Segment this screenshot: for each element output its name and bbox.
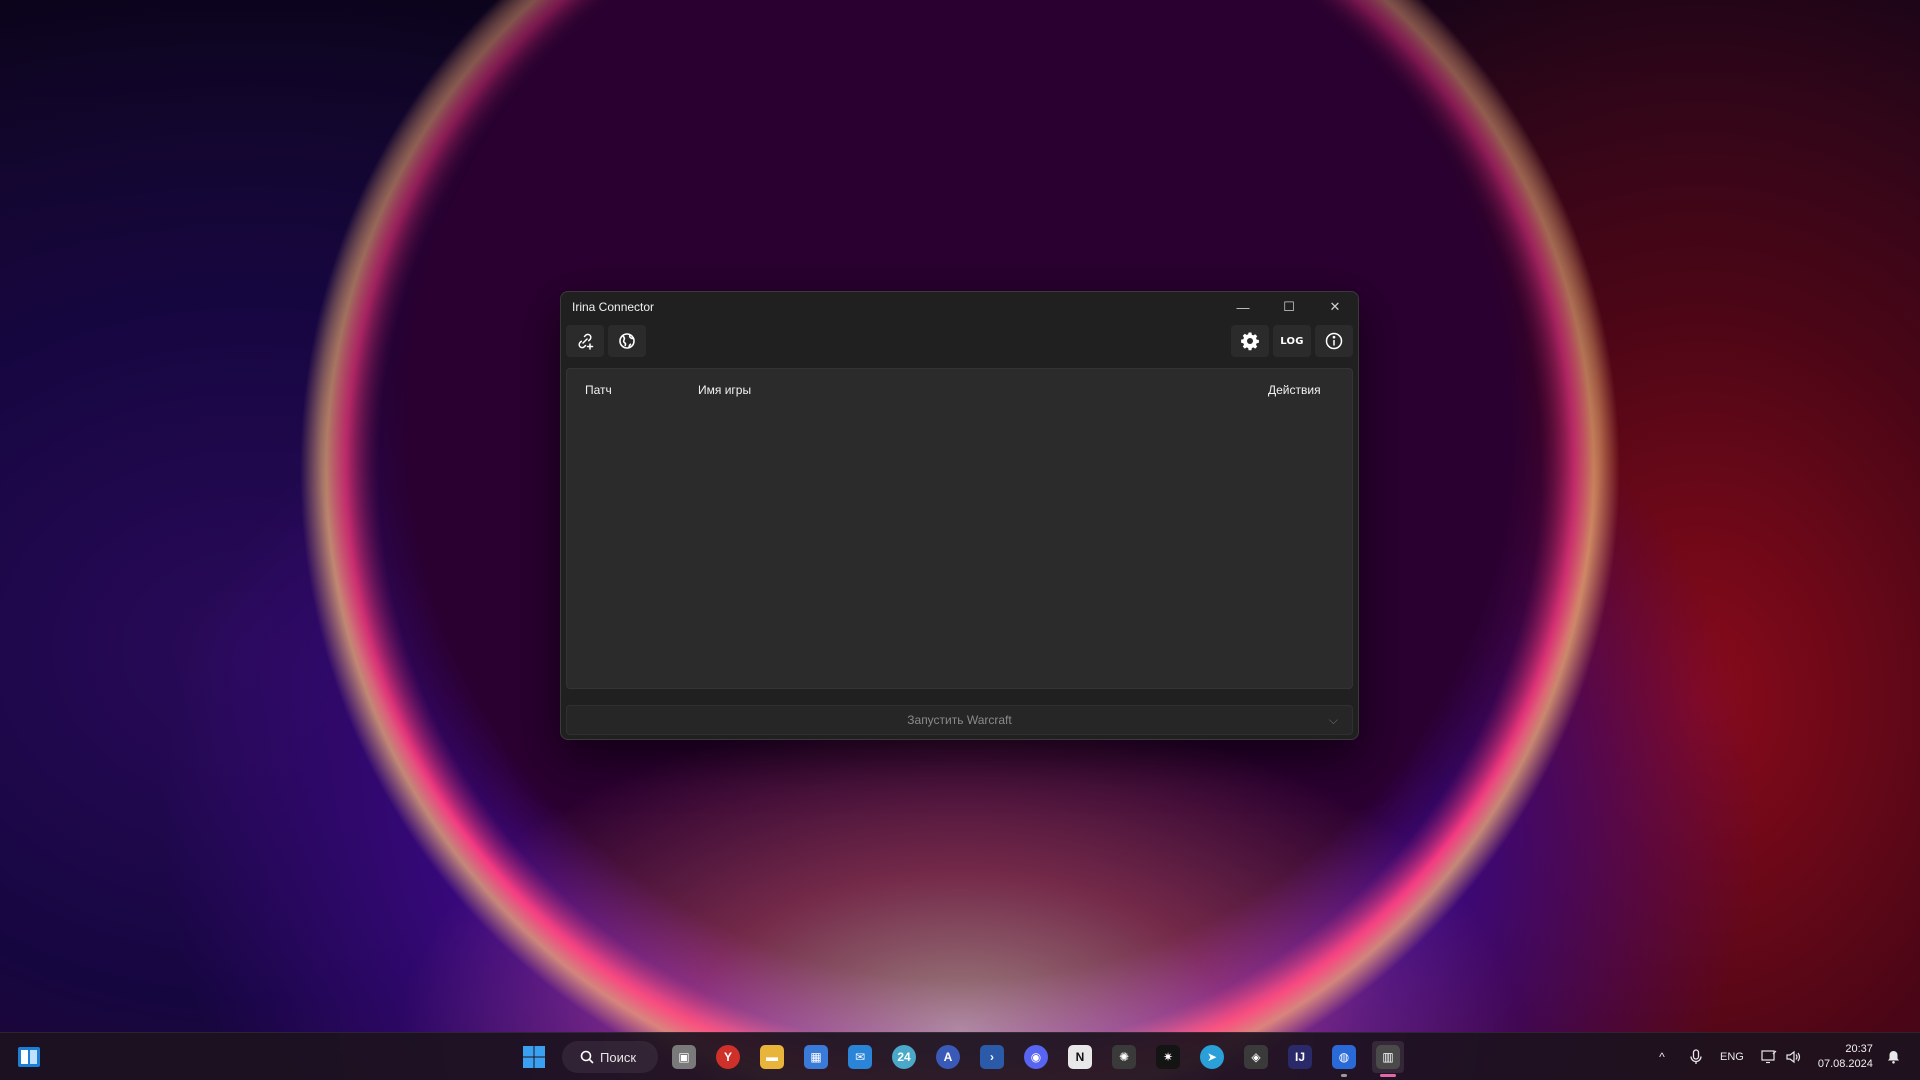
close-icon: ✕: [1329, 299, 1341, 314]
app-star-icon: ✷: [1156, 1045, 1180, 1069]
powershell-icon: ›: [980, 1045, 1004, 1069]
taskbar-app-powershell[interactable]: ›: [976, 1041, 1008, 1073]
taskbar-app-discord[interactable]: ◉: [1020, 1041, 1052, 1073]
info-button[interactable]: [1315, 325, 1353, 357]
toolbar-left: [566, 325, 646, 357]
clock-time: 20:37: [1845, 1043, 1873, 1055]
column-header-patch[interactable]: Патч: [585, 383, 612, 397]
network-icon[interactable]: [1758, 1050, 1780, 1064]
windows-logo-icon: [523, 1046, 545, 1068]
log-button[interactable]: LOG: [1273, 325, 1311, 357]
taskbar: Поиск ▣ Y ▬ ▦ ✉ 24 A › ◉ N ✺ ✷ ➤ ◈ IJ ◍ ▥ ^ ENG 20:37 07…: [0, 1032, 1920, 1080]
close-button[interactable]: ✕: [1312, 292, 1358, 322]
start-button[interactable]: [520, 1043, 548, 1071]
globe-button[interactable]: [608, 325, 646, 357]
search-label: Поиск: [600, 1049, 637, 1065]
taskbar-app-intellij[interactable]: IJ: [1284, 1041, 1316, 1073]
chevron-down-icon[interactable]: ⌵: [1329, 713, 1338, 728]
mail-icon: ✉: [848, 1045, 872, 1069]
games-table: Патч Имя игры Действия: [566, 368, 1353, 689]
taskbar-app-irina-connector[interactable]: ▥: [1372, 1041, 1404, 1077]
telegram-icon: ➤: [1200, 1045, 1224, 1069]
running-indicator: [1380, 1074, 1396, 1077]
settings-button[interactable]: [1231, 325, 1269, 357]
file-explorer-icon: ▬: [760, 1045, 784, 1069]
window-titlebar[interactable]: Irina Connector — ☐ ✕: [561, 292, 1358, 322]
maximize-icon: ☐: [1283, 299, 1295, 314]
taskbar-app-file-explorer[interactable]: ▬: [756, 1041, 788, 1073]
system-tray: ^ ENG 20:37 07.08.2024: [1652, 1033, 1903, 1080]
add-link-button[interactable]: [566, 325, 604, 357]
language-indicator[interactable]: ENG: [1720, 1051, 1744, 1063]
maximize-button[interactable]: ☐: [1266, 292, 1312, 322]
widgets-icon: [18, 1047, 40, 1067]
discord-icon: ◉: [1024, 1045, 1048, 1069]
taskbar-app-yandex-browser[interactable]: Y: [712, 1041, 744, 1073]
microphone-icon[interactable]: [1686, 1049, 1706, 1065]
intellij-icon: IJ: [1288, 1045, 1312, 1069]
window-title: Irina Connector: [572, 300, 655, 314]
running-indicator: [1341, 1074, 1347, 1077]
taskbar-search[interactable]: Поиск: [562, 1041, 658, 1073]
taskbar-app-app-star[interactable]: ✷: [1152, 1041, 1184, 1073]
toolbar: LOG: [561, 322, 1358, 360]
clock[interactable]: 20:37 07.08.2024: [1818, 1042, 1873, 1072]
yandex-browser-icon: Y: [716, 1045, 740, 1069]
link-add-icon: [578, 333, 594, 350]
globe-icon: [619, 333, 635, 349]
tray-overflow-icon[interactable]: ^: [1652, 1050, 1672, 1064]
column-header-actions[interactable]: Действия: [1268, 383, 1321, 397]
info-icon: [1325, 332, 1343, 350]
widgets-button[interactable]: [14, 1042, 44, 1072]
window-controls: — ☐ ✕: [1220, 292, 1358, 322]
log-label: LOG: [1280, 335, 1304, 347]
minimize-button[interactable]: —: [1220, 292, 1266, 322]
app-24-icon: 24: [892, 1045, 916, 1069]
taskbar-app-chatgpt[interactable]: ✺: [1108, 1041, 1140, 1073]
toolbar-right: LOG: [1231, 325, 1353, 357]
taskbar-app-task-view[interactable]: ▣: [668, 1041, 700, 1073]
clock-date: 07.08.2024: [1817, 1058, 1873, 1070]
app-globe-icon: ◍: [1332, 1045, 1356, 1069]
chatgpt-icon: ✺: [1112, 1045, 1136, 1069]
volume-icon[interactable]: [1782, 1050, 1804, 1064]
taskbar-app-telegram[interactable]: ➤: [1196, 1041, 1228, 1073]
taskbar-app-microsoft-store[interactable]: ▦: [800, 1041, 832, 1073]
taskbar-app-mail[interactable]: ✉: [844, 1041, 876, 1073]
taskbar-app-notion[interactable]: N: [1064, 1041, 1096, 1073]
app-a-icon: A: [936, 1045, 960, 1069]
notification-bell-icon[interactable]: [1885, 1050, 1903, 1064]
taskbar-app-app-globe[interactable]: ◍: [1328, 1041, 1360, 1077]
minimize-icon: —: [1236, 299, 1250, 315]
column-header-game-name[interactable]: Имя игры: [698, 383, 751, 397]
search-icon: [580, 1050, 594, 1064]
irina-connector-icon: ▥: [1376, 1045, 1400, 1069]
app-shield-icon: ◈: [1244, 1045, 1268, 1069]
microsoft-store-icon: ▦: [804, 1045, 828, 1069]
gear-icon: [1241, 332, 1259, 351]
taskbar-app-app-24[interactable]: 24: [888, 1041, 920, 1073]
taskbar-app-app-shield[interactable]: ◈: [1240, 1041, 1272, 1073]
irina-connector-window: Irina Connector — ☐ ✕ LOG Патч Имя игры …: [560, 291, 1359, 740]
launch-warcraft-button[interactable]: Запустить Warcraft ⌵: [566, 705, 1353, 735]
notion-icon: N: [1068, 1045, 1092, 1069]
taskbar-app-app-a[interactable]: A: [932, 1041, 964, 1073]
launch-warcraft-label: Запустить Warcraft: [907, 713, 1012, 727]
task-view-icon: ▣: [672, 1045, 696, 1069]
